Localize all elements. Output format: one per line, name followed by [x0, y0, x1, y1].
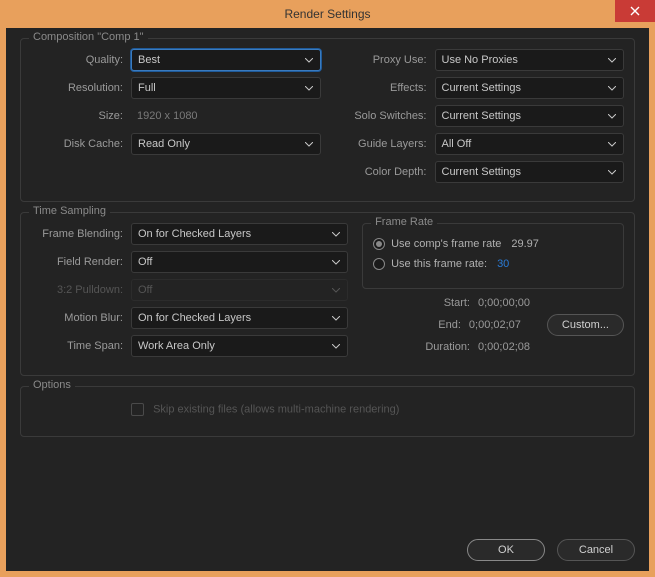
- options-title: Options: [29, 379, 75, 391]
- end-value: 0;00;02;07: [469, 319, 539, 331]
- diskcache-dropdown[interactable]: Read Only: [131, 133, 321, 155]
- chevron-down-icon: [331, 285, 341, 295]
- chevron-down-icon: [331, 229, 341, 239]
- size-value: 1920 x 1080: [131, 110, 198, 122]
- options-group: Options Skip existing files (allows mult…: [20, 386, 635, 437]
- pulldown-label: 3:2 Pulldown:: [31, 284, 131, 296]
- skip-existing-checkbox: [131, 403, 144, 416]
- duration-label: Duration:: [408, 341, 470, 353]
- chevron-down-icon: [304, 139, 314, 149]
- resolution-dropdown[interactable]: Full: [131, 77, 321, 99]
- guide-label: Guide Layers:: [335, 138, 435, 150]
- time-span-label: Time Span:: [31, 340, 131, 352]
- titlebar: Render Settings: [0, 0, 655, 28]
- effects-dropdown[interactable]: Current Settings: [435, 77, 625, 99]
- use-comp-rate-label: Use comp's frame rate: [391, 238, 501, 250]
- panel: Composition "Comp 1" Quality: Best Resol…: [6, 28, 649, 571]
- time-sampling-title: Time Sampling: [29, 205, 110, 217]
- resolution-label: Resolution:: [31, 82, 131, 94]
- solo-label: Solo Switches:: [335, 110, 435, 122]
- window-title: Render Settings: [284, 7, 370, 21]
- chevron-down-icon: [331, 341, 341, 351]
- end-label: End:: [399, 319, 461, 331]
- solo-dropdown[interactable]: Current Settings: [435, 105, 625, 127]
- depth-dropdown[interactable]: Current Settings: [435, 161, 625, 183]
- skip-existing-label: Skip existing files (allows multi-machin…: [153, 404, 399, 416]
- chevron-down-icon: [607, 167, 617, 177]
- composition-group: Composition "Comp 1" Quality: Best Resol…: [20, 38, 635, 202]
- chevron-down-icon: [304, 83, 314, 93]
- this-rate-value[interactable]: 30: [497, 258, 509, 270]
- chevron-down-icon: [607, 111, 617, 121]
- chevron-down-icon: [331, 313, 341, 323]
- quality-label: Quality:: [31, 54, 131, 66]
- field-render-label: Field Render:: [31, 256, 131, 268]
- frame-rate-title: Frame Rate: [371, 216, 437, 228]
- guide-dropdown[interactable]: All Off: [435, 133, 625, 155]
- quality-dropdown[interactable]: Best: [131, 49, 321, 71]
- radio-on-icon: [373, 238, 385, 250]
- time-info: Start: 0;00;00;00 End: 0;00;02;07 Custom…: [362, 293, 624, 357]
- diskcache-label: Disk Cache:: [31, 138, 131, 150]
- time-sampling-group: Time Sampling Frame Blending: On for Che…: [20, 212, 635, 376]
- frame-rate-subgroup: Frame Rate Use comp's frame rate 29.97 U…: [362, 223, 624, 289]
- duration-value: 0;00;02;08: [478, 341, 548, 353]
- effects-label: Effects:: [335, 82, 435, 94]
- use-this-rate-radio[interactable]: Use this frame rate: 30: [373, 258, 613, 270]
- start-label: Start:: [408, 297, 470, 309]
- frame-blending-dropdown[interactable]: On for Checked Layers: [131, 223, 348, 245]
- start-value: 0;00;00;00: [478, 297, 548, 309]
- close-button[interactable]: [615, 0, 655, 22]
- depth-label: Color Depth:: [335, 166, 435, 178]
- use-comp-rate-radio[interactable]: Use comp's frame rate 29.97: [373, 238, 613, 250]
- field-render-dropdown[interactable]: Off: [131, 251, 348, 273]
- proxy-dropdown[interactable]: Use No Proxies: [435, 49, 625, 71]
- chevron-down-icon: [304, 55, 314, 65]
- cancel-button[interactable]: Cancel: [557, 539, 635, 561]
- chevron-down-icon: [607, 139, 617, 149]
- size-label: Size:: [31, 110, 131, 122]
- motion-blur-label: Motion Blur:: [31, 312, 131, 324]
- custom-button[interactable]: Custom...: [547, 314, 624, 336]
- frame-blending-label: Frame Blending:: [31, 228, 131, 240]
- comp-rate-value: 29.97: [511, 238, 539, 250]
- pulldown-dropdown: Off: [131, 279, 348, 301]
- use-this-rate-label: Use this frame rate:: [391, 258, 487, 270]
- composition-group-title: Composition "Comp 1": [29, 31, 148, 43]
- motion-blur-dropdown[interactable]: On for Checked Layers: [131, 307, 348, 329]
- dialog-footer: OK Cancel: [467, 539, 635, 561]
- proxy-label: Proxy Use:: [335, 54, 435, 66]
- chevron-down-icon: [607, 55, 617, 65]
- chevron-down-icon: [331, 257, 341, 267]
- ok-button[interactable]: OK: [467, 539, 545, 561]
- time-span-dropdown[interactable]: Work Area Only: [131, 335, 348, 357]
- chevron-down-icon: [607, 83, 617, 93]
- close-icon: [630, 4, 640, 19]
- radio-off-icon: [373, 258, 385, 270]
